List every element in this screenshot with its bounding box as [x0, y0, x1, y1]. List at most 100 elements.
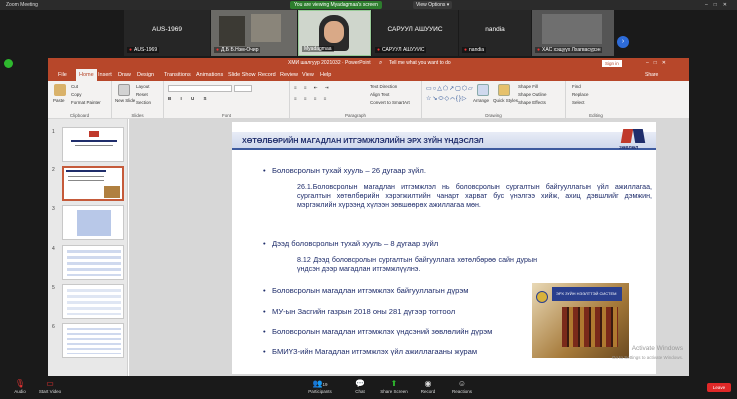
quick-styles-icon[interactable]: [498, 84, 510, 96]
align-text-button[interactable]: Align Text: [370, 92, 389, 97]
bullet-2: Дээд боловсролын тухай хууль – 8 дугаар …: [263, 239, 438, 248]
select-button[interactable]: Select: [572, 100, 585, 105]
video-feed: [542, 14, 602, 44]
slide-header-band: ХӨТӨЛБӨРИЙН МАГАДЛАН ИТГЭМЖЛЭЛИЙН ЭРХ ЗҮ…: [232, 132, 656, 150]
zoom-toolbar: 🎙 Audio ▭ Start Video 👥19 Participants 💬 Cha…: [0, 378, 737, 399]
new-slide-button[interactable]: New Slide: [115, 98, 135, 103]
mic-muted-icon: ●: [129, 47, 133, 53]
slide-thumbnail[interactable]: [62, 127, 124, 162]
view-options-button[interactable]: View Options ▾: [413, 1, 453, 9]
slide-edit-area[interactable]: ХӨТӨЛБӨРИЙН МАГАДЛАН ИТГЭМЖЛЭЛИЙН ЭРХ ЗҮ…: [129, 119, 689, 376]
drawing-group: ▭○△⬠↗▢⬡▱ ☆↘⬭◇⌒{}▷ Arrange Quick Styles S…: [422, 81, 566, 119]
bullet-5: Боловсролын магадлан итгэмжлэх үндсэний …: [263, 327, 492, 336]
zoom-title-bar: Zoom Meeting You are viewing Myadagmaa's…: [0, 0, 737, 10]
window-controls[interactable]: –□✕: [705, 0, 733, 10]
smartart-button[interactable]: Convert to SmartArt: [370, 100, 410, 105]
arrange-icon[interactable]: [477, 84, 489, 96]
activate-windows-title: Activate Windows: [631, 345, 683, 352]
paste-button[interactable]: Paste: [53, 98, 65, 103]
tab-review[interactable]: Review: [280, 69, 298, 81]
quick-styles-button[interactable]: Quick Styles: [493, 98, 518, 103]
tell-me-box[interactable]: Tell me what you want to do: [389, 58, 451, 69]
mic-muted-icon: ●: [216, 47, 220, 53]
slides-group: New Slide Layout Reset Section Slides: [112, 81, 164, 119]
ribbon: Paste Cut Copy Format Painter Clipboard …: [48, 81, 689, 119]
arrange-button[interactable]: Arrange: [473, 98, 489, 103]
viewing-banner: You are viewing Myadagmaa's screen: [290, 1, 382, 9]
video-off-icon: ▭: [46, 379, 54, 388]
slide-thumbnail-panel[interactable]: 1 2 3 4 5 6: [48, 119, 128, 376]
shapes-gallery[interactable]: ☆↘⬭◇⌒{}▷: [426, 95, 468, 103]
replace-button[interactable]: Replace: [572, 92, 589, 97]
bullet-6: БМИҮЗ-ийн Магадлан итгэмжлэх үйл ажиллаг…: [263, 347, 477, 356]
legal-books-image: ЭРХ ЗҮЙН НЭЭЛТТЭЙ СИСТЕМ: [532, 283, 629, 358]
reset-button[interactable]: Reset: [136, 92, 148, 97]
slide-thumbnail[interactable]: [62, 205, 124, 240]
participant-tile[interactable]: ● ХАС хэщүүх Лхагвасүрэн: [532, 10, 614, 56]
window-controls[interactable]: –□✕: [646, 58, 671, 69]
leave-button[interactable]: Leave: [707, 383, 731, 392]
new-slide-icon[interactable]: [118, 84, 130, 96]
participants-button[interactable]: 👥19 Participants: [300, 378, 340, 394]
tab-help[interactable]: Help: [320, 69, 331, 81]
layout-button[interactable]: Layout: [136, 84, 150, 89]
text-direction-button[interactable]: Text Direction: [370, 84, 397, 89]
participant-tile[interactable]: САРУУЛ АШУУИС ● САРУУЛ АШУУИС: [372, 10, 458, 56]
tab-insert[interactable]: Insert: [98, 69, 112, 81]
font-size-box[interactable]: [234, 85, 252, 92]
slide-title: ХӨТӨЛБӨРИЙН МАГАДЛАН ИТГЭМЖЛЭЛИЙН ЭРХ ЗҮ…: [242, 136, 484, 145]
paste-icon[interactable]: [54, 84, 66, 96]
reactions-icon: ☺: [457, 379, 467, 388]
cut-button[interactable]: Cut: [71, 84, 78, 89]
participant-tile[interactable]: Myadagmaa: [298, 10, 371, 56]
slide-thumbnail[interactable]: [62, 323, 124, 358]
tab-view[interactable]: View: [302, 69, 314, 81]
tab-slide-show[interactable]: Slide Show: [228, 69, 256, 81]
sign-in-button[interactable]: Sign in: [602, 60, 622, 67]
tab-file[interactable]: File: [58, 69, 67, 81]
video-feed: [219, 16, 245, 46]
start-video-button[interactable]: ▭ Start Video: [30, 378, 70, 394]
section-button[interactable]: Section: [136, 100, 151, 105]
shapes-gallery[interactable]: ▭○△⬠↗▢⬡▱: [426, 85, 474, 92]
participant-tile[interactable]: AUS-1969 ● AUS-1969: [124, 10, 210, 56]
tab-design[interactable]: Design: [137, 69, 154, 81]
tab-animations[interactable]: Animations: [196, 69, 223, 81]
font-format-buttons[interactable]: B I U S: [168, 96, 211, 101]
tab-transitions[interactable]: Transitions: [164, 69, 191, 81]
next-page-icon[interactable]: ›: [617, 36, 629, 48]
editing-group: Find Replace Select Editing: [572, 84, 603, 118]
mic-muted-icon: ●: [537, 47, 541, 53]
share-button[interactable]: Share: [645, 69, 658, 81]
participant-tile[interactable]: nandia ● nandia: [459, 10, 531, 56]
shape-fill-button[interactable]: Shape Fill: [518, 84, 538, 89]
list-buttons[interactable]: ≡ ≡ ⇤ ⇥: [294, 85, 332, 91]
find-button[interactable]: Find: [572, 84, 581, 89]
ribbon-tabs: Share File Home Insert Draw Design Transition…: [48, 69, 689, 81]
paragraph-1: 26.1.Боловсролын магадлан итгэмжлэл нь б…: [297, 183, 652, 210]
tab-draw[interactable]: Draw: [118, 69, 131, 81]
participant-strip: AUS-1969 ● AUS-1969 ● Д.Б Б.Нэм-Очир Myada…: [0, 10, 737, 56]
participant-tile[interactable]: ● Д.Б Б.Нэм-Очир: [211, 10, 297, 56]
powerpoint-window: ХМИ шалгуур 2021032 · PowerPoint ⌕ Tell …: [48, 58, 689, 376]
slide-thumbnail[interactable]: [62, 284, 124, 319]
paragraph-group: ≡ ≡ ⇤ ⇥ ≡ ≡ ≡ ≡ Text Direction Align Tex…: [290, 81, 422, 119]
shape-effects-button[interactable]: Shape Effects: [518, 100, 546, 105]
slide-thumbnail-selected[interactable]: [62, 166, 124, 201]
clipboard-group: Paste Cut Copy Format Painter Clipboard: [48, 81, 112, 119]
copy-button[interactable]: Copy: [71, 92, 82, 97]
search-icon[interactable]: ⌕: [379, 58, 382, 69]
tab-home[interactable]: Home: [76, 69, 97, 81]
mic-muted-icon: ●: [464, 47, 468, 53]
format-painter-button[interactable]: Format Painter: [71, 100, 101, 105]
align-buttons[interactable]: ≡ ≡ ≡ ≡: [294, 96, 329, 101]
font-name-box[interactable]: [168, 85, 232, 92]
tab-record[interactable]: Record: [258, 69, 276, 81]
slide-thumbnail[interactable]: [62, 245, 124, 280]
shape-outline-button[interactable]: Shape Outline: [518, 92, 547, 97]
reactions-button[interactable]: ☺ Reactions: [442, 378, 482, 394]
slide-canvas[interactable]: ХӨТӨЛБӨРИЙН МАГАДЛАН ИТГЭМЖЛЭЛИЙН ЭРХ ЗҮ…: [232, 122, 656, 374]
video-feed: [251, 14, 281, 42]
security-shield-icon[interactable]: [4, 59, 13, 68]
mic-muted-icon: ●: [377, 47, 381, 53]
